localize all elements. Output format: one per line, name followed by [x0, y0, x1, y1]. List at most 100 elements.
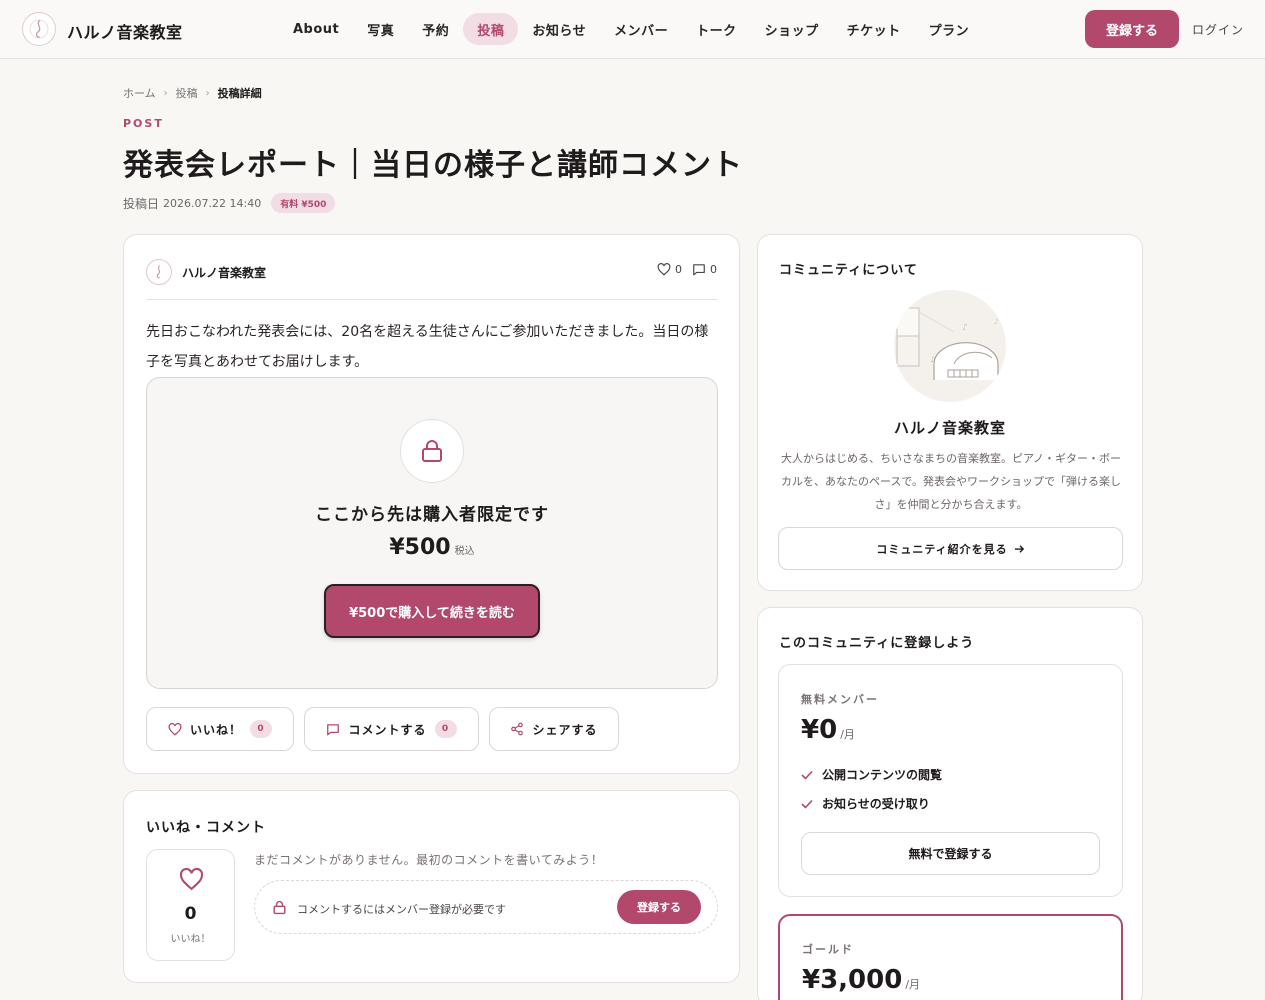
heart-icon	[168, 722, 182, 736]
lock-icon	[273, 900, 286, 915]
heart-icon	[179, 868, 204, 891]
post-card: ハルノ音楽教室 0 0 先日おこなわれた発表会には、20名を超える生徒さんにご参…	[123, 234, 740, 774]
like-stat: 0	[657, 263, 682, 276]
chevron-right-icon: ›	[163, 87, 168, 99]
check-icon	[801, 799, 813, 809]
post-kicker: POST	[123, 117, 164, 130]
plan-price-value: ¥0	[801, 715, 838, 745]
comment-stat-count: 0	[710, 263, 717, 276]
nav-item-about[interactable]: About	[279, 13, 353, 45]
breadcrumb-home[interactable]: ホーム	[123, 85, 156, 101]
free-register-button[interactable]: 無料で登録する	[801, 832, 1100, 875]
about-more-label: コミュニティ紹介を見る	[876, 542, 1008, 556]
divider	[146, 299, 718, 300]
breadcrumb: ホーム › 投稿 › 投稿詳細	[123, 85, 262, 101]
tax-label: 税込	[454, 546, 475, 557]
comment-icon	[327, 723, 340, 735]
plan-card-free: 無料メンバー ¥0/月 公開コンテンツの閲覧 お知らせの受け取り 無料で登録する	[778, 664, 1123, 897]
plan-price-value: ¥3,000	[802, 965, 903, 995]
like-button[interactable]: いいね！ 0	[146, 707, 294, 751]
about-description: 大人からはじめる、ちいさなまちの音楽教室。ピアノ・ギター・ボーカルを、あなたのペ…	[780, 452, 1121, 511]
heart-icon	[657, 263, 671, 276]
like-summary-label: いいね！	[170, 934, 211, 945]
nav-item-photos[interactable]: 写真	[353, 13, 408, 45]
comment-stat: 0	[692, 263, 717, 276]
svg-text:♪: ♪	[994, 318, 998, 326]
like-button-label: いいね！	[189, 722, 242, 737]
post-date: 2026.07.22 14:40	[163, 196, 262, 210]
nav-item-plans[interactable]: プラン	[915, 13, 984, 45]
join-title: このコミュニティに登録しよう	[779, 636, 975, 651]
post-stats: 0 0	[657, 263, 717, 276]
breadcrumb-current: 投稿詳細	[217, 87, 262, 100]
main-nav: About 写真 予約 投稿 お知らせ メンバー トーク ショップ チケット プ…	[279, 13, 983, 45]
comment-button[interactable]: コメントする 0	[304, 707, 479, 751]
plan-label: 無料メンバー	[801, 693, 879, 706]
svg-text:♪: ♪	[930, 355, 935, 364]
like-stat-count: 0	[675, 263, 682, 276]
nav-item-talk[interactable]: トーク	[682, 13, 751, 45]
author-row[interactable]: ハルノ音楽教室	[146, 259, 266, 285]
site-name[interactable]: ハルノ音楽教室	[67, 19, 183, 43]
post-meta: 投稿日 2026.07.22 14:40 有料 ¥500	[123, 193, 336, 213]
avatar	[146, 259, 172, 285]
comment-button-label: コメントする	[348, 722, 427, 737]
comment-gate-text: コメントするにはメンバー登録が必要です	[297, 903, 506, 916]
like-summary-count: 0	[184, 904, 197, 924]
site-header: ハルノ音楽教室 About 写真 予約 投稿 お知らせ メンバー トーク ショッ…	[0, 0, 1265, 59]
date-label: 投稿日	[123, 196, 160, 211]
logo-icon[interactable]	[22, 12, 56, 46]
nav-item-reservation[interactable]: 予約	[408, 13, 463, 45]
plan-feature-text: お知らせの受け取り	[822, 797, 930, 811]
comments-card: いいね・コメント 0 いいね！ まだコメントがありません。最初のコメントを書いて…	[123, 790, 740, 983]
plan-price-unit: /月	[840, 728, 855, 741]
comments-title: いいね・コメント	[146, 820, 266, 836]
comment-gate: コメントするにはメンバー登録が必要です 登録する	[254, 880, 718, 934]
paywall-box: ここから先は購入者限定です ¥500 税込 ¥500で購入して続きを読む	[146, 377, 718, 689]
plan-label: ゴールド	[802, 943, 854, 956]
nav-item-tickets[interactable]: チケット	[833, 13, 915, 45]
empty-comments-text: まだコメントがありません。最初のコメントを書いてみよう！	[254, 853, 604, 867]
lock-icon	[400, 419, 464, 483]
plan-feature-text: 公開コンテンツの閲覧	[822, 768, 943, 782]
about-card: コミュニティについて ♪ ♪ ♪ ハルノ音楽教室 大人からはじめる、ちいさなまち…	[757, 234, 1143, 591]
share-button-label: シェアする	[532, 722, 598, 737]
check-icon	[801, 770, 813, 780]
price-badge: 有料 ¥500	[271, 193, 336, 213]
share-button[interactable]: シェアする	[489, 707, 619, 751]
plan-card-gold: ゴールド ¥3,000/月	[778, 914, 1123, 1000]
plan-price-unit: /月	[905, 978, 921, 991]
plan-feature: 公開コンテンツの閲覧	[801, 766, 942, 783]
comment-register-button[interactable]: 登録する	[617, 890, 701, 924]
nav-item-shop[interactable]: ショップ	[751, 13, 833, 45]
author-name: ハルノ音楽教室	[182, 265, 267, 280]
breadcrumb-section[interactable]: 投稿	[176, 85, 198, 101]
about-community-name: ハルノ音楽教室	[893, 419, 1006, 437]
comment-count-badge: 0	[434, 720, 457, 738]
join-card: このコミュニティに登録しよう 無料メンバー ¥0/月 公開コンテンツの閲覧 お知…	[757, 607, 1143, 1000]
header-register-button[interactable]: 登録する	[1085, 10, 1179, 48]
music-room-illustration: ♪ ♪ ♪	[894, 290, 1006, 402]
paywall-price: ¥500 税込	[147, 535, 717, 560]
paywall-price-value: ¥500	[389, 535, 451, 560]
plan-price: ¥0/月	[801, 715, 855, 745]
nav-item-news[interactable]: お知らせ	[518, 13, 600, 45]
about-title: コミュニティについて	[779, 263, 918, 278]
post-body: 先日おこなわれた発表会には、20名を超える生徒さんにご参加いただきました。当日の…	[146, 324, 709, 370]
plan-feature: お知らせの受け取り	[801, 795, 930, 812]
login-link[interactable]: ログイン	[1192, 21, 1244, 38]
nav-item-posts[interactable]: 投稿	[463, 13, 519, 45]
page-title: 発表会レポート｜当日の様子と講師コメント	[123, 148, 743, 183]
arrow-right-icon	[1014, 544, 1024, 553]
svg-text:♪: ♪	[962, 323, 968, 333]
chevron-right-icon: ›	[205, 87, 210, 99]
like-summary[interactable]: 0 いいね！	[146, 849, 235, 961]
about-more-button[interactable]: コミュニティ紹介を見る	[778, 527, 1123, 570]
comment-icon	[693, 264, 705, 276]
purchase-button[interactable]: ¥500で購入して続きを読む	[324, 584, 540, 638]
like-count-badge: 0	[250, 720, 272, 738]
plan-price: ¥3,000/月	[802, 965, 920, 995]
share-icon	[511, 722, 524, 736]
nav-item-members[interactable]: メンバー	[600, 13, 682, 45]
paywall-title: ここから先は購入者限定です	[315, 505, 549, 525]
